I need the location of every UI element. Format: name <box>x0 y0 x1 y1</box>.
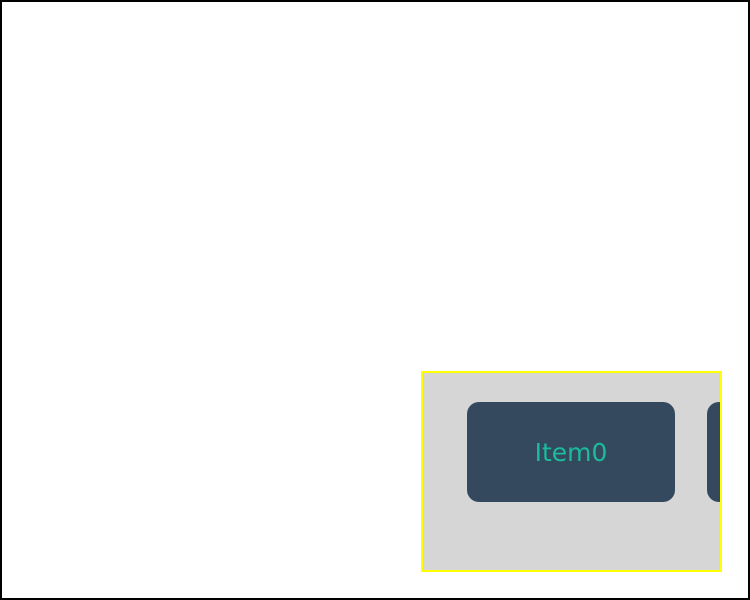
carousel-card-partial[interactable] <box>707 402 720 502</box>
carousel-panel[interactable]: Item0 <box>421 371 722 572</box>
carousel-card-item0[interactable]: Item0 <box>467 402 675 502</box>
carousel-card-label: Item0 <box>534 437 608 467</box>
app-window: Item0 <box>0 0 750 600</box>
carousel-track: Item0 <box>423 373 720 570</box>
